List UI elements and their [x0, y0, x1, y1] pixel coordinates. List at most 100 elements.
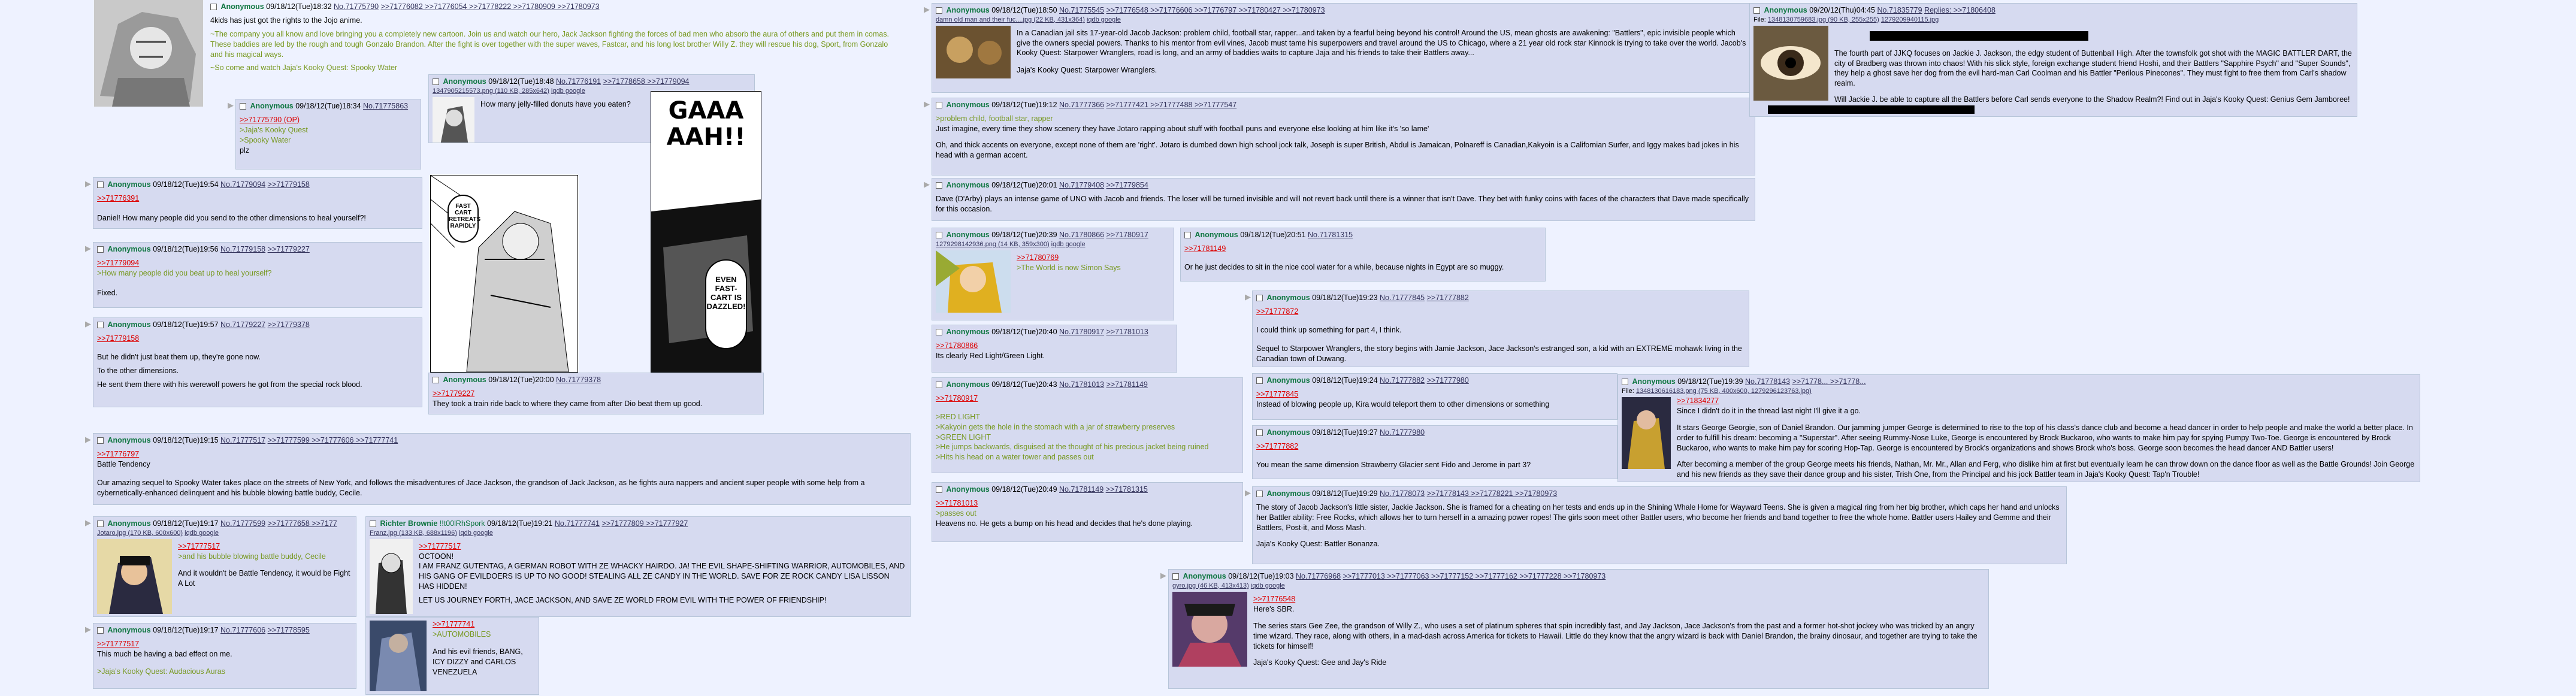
post-number[interactable]: No.71777845 [1380, 293, 1425, 302]
post-number[interactable]: No.71777606 [220, 626, 265, 634]
quote-link[interactable]: >>71777882 [1256, 441, 1613, 452]
post-number[interactable]: No.71778073 [1380, 489, 1425, 498]
reply-links[interactable]: >>71778595 [268, 626, 310, 634]
reply-links[interactable]: >>71778143 >>71778221 >>71780973 [1427, 489, 1558, 498]
post-checkbox[interactable] [1184, 232, 1191, 239]
post-number[interactable]: No.71835779 [1877, 6, 1922, 14]
reply-links[interactable]: Replies: >>71806408 [1924, 6, 1996, 14]
file-link[interactable]: 1279298142936.png (14 KB, 359x300) [936, 241, 1050, 248]
post-thumbnail[interactable] [370, 621, 427, 691]
image-search-links[interactable]: iqdb google [185, 529, 219, 537]
reply-links[interactable]: >>71777980 [1427, 376, 1469, 385]
quote-link[interactable]: >>71776391 [97, 193, 418, 204]
post-checkbox[interactable] [936, 232, 942, 239]
reply-links[interactable]: >>71781013 [1106, 328, 1148, 336]
reply-links[interactable]: >>71778... >>71778... [1792, 377, 1866, 386]
quote-link[interactable]: >>71775790 (OP) [240, 115, 417, 125]
post-thumbnail[interactable] [936, 25, 1011, 78]
image-search-links[interactable]: iqdb google [1087, 16, 1121, 23]
post-checkbox[interactable] [97, 437, 104, 444]
post-number[interactable]: No.71775790 [334, 2, 379, 11]
post-number[interactable]: No.71776968 [1296, 572, 1341, 580]
image-search-links[interactable]: iqdb google [1251, 582, 1285, 589]
image-search-links[interactable]: iqdb google [459, 529, 493, 537]
file-link[interactable]: Jotaro.jpg (170 KB, 600x600) [97, 529, 183, 537]
post-number[interactable]: No.71780917 [1059, 328, 1104, 336]
post-checkbox[interactable] [936, 329, 942, 336]
post-checkbox[interactable] [97, 322, 104, 329]
post-thumbnail[interactable] [1753, 25, 1828, 101]
quote-link[interactable]: >>71779158 [97, 334, 418, 344]
quote-link[interactable]: >>71781149 [1184, 244, 1541, 254]
reply-links[interactable]: >>71777658 >>7177 [268, 519, 337, 528]
post-number[interactable]: No.71780866 [1059, 231, 1104, 239]
post-thumbnail[interactable] [1172, 591, 1247, 667]
post-number[interactable]: No.71778143 [1745, 377, 1790, 386]
post-number[interactable]: No.71775545 [1059, 6, 1104, 14]
post-thumbnail[interactable] [1622, 397, 1671, 469]
comic-panel-gaaa[interactable]: GAAA AAH!! EVEN FAST-CART IS DAZZLED! [651, 91, 761, 373]
image-search-links[interactable]: iqdb google [1051, 241, 1086, 248]
post-checkbox[interactable] [936, 486, 942, 494]
quote-link[interactable]: >>71834277 [1622, 396, 2416, 406]
reply-links[interactable]: >>71780917 [1106, 231, 1148, 239]
quote-link[interactable]: >>71777517 [97, 639, 352, 649]
reply-links[interactable]: >>71779378 [268, 320, 310, 329]
reply-links[interactable]: >>71781149 [1106, 380, 1148, 389]
post-checkbox[interactable] [97, 181, 104, 189]
post-thumbnail[interactable] [936, 250, 1011, 313]
post-number[interactable]: No.71775863 [363, 102, 408, 110]
post-checkbox[interactable] [433, 78, 439, 86]
reply-links[interactable]: >>71778658 >>71779094 [603, 77, 690, 86]
post-number[interactable]: No.71777980 [1380, 428, 1425, 437]
post-checkbox[interactable] [936, 102, 942, 109]
reply-links[interactable]: >>71776548 >>71776606 >>71776797 >>71780… [1106, 6, 1325, 14]
file-link[interactable]: gyro.jpg (46 KB, 413x413) [1172, 582, 1249, 589]
post-number[interactable]: No.71777599 [220, 519, 265, 528]
post-number[interactable]: No.71777882 [1380, 376, 1425, 385]
post-checkbox[interactable] [936, 182, 942, 189]
post-checkbox[interactable] [240, 103, 246, 110]
reply-links[interactable]: >>71777599 >>71777606 >>71777741 [268, 436, 398, 444]
quote-link[interactable]: >>71780917 [936, 394, 1239, 404]
post-number[interactable]: No.71779408 [1059, 181, 1104, 189]
post-checkbox[interactable] [936, 7, 942, 14]
post-checkbox[interactable] [1256, 295, 1263, 302]
post-thumbnail[interactable] [370, 538, 413, 614]
file-link[interactable]: 1348130616183.png (75 KB, 400x600, 12792… [1636, 388, 1812, 395]
reply-links[interactable]: >>71779854 [1106, 181, 1148, 189]
quote-link[interactable]: >>71776797 [97, 449, 906, 459]
file-link[interactable]: 1347905215573.png (110 KB, 285x642) [433, 87, 549, 95]
file-link[interactable]: damn old man and their fuc....jpg (22 KB… [936, 16, 1085, 23]
post-checkbox[interactable] [433, 377, 439, 384]
reply-links[interactable]: >>71777013 >>71777063 >>71777152 >>71777… [1343, 572, 1606, 580]
post-checkbox[interactable] [370, 521, 376, 528]
quote-link[interactable]: >>71779227 [433, 389, 760, 399]
post-checkbox[interactable] [1622, 379, 1628, 386]
post-number[interactable]: No.71781315 [1308, 231, 1353, 239]
reply-links[interactable]: >>71776082 >>71776054 >>71778222 >>71780… [381, 2, 600, 11]
post-number[interactable]: No.71779158 [220, 245, 265, 253]
reply-links[interactable]: >>71779227 [268, 245, 310, 253]
image-search-links[interactable]: iqdb google [551, 87, 585, 95]
post-number[interactable]: No.71779227 [220, 320, 265, 329]
post-number[interactable]: No.71781149 [1059, 485, 1103, 494]
post-checkbox[interactable] [1256, 491, 1263, 498]
quote-link[interactable]: >>71777872 [1256, 307, 1745, 317]
quote-link[interactable]: >>71779094 [97, 258, 418, 268]
reply-links[interactable]: >>71777882 [1427, 293, 1469, 302]
reply-links[interactable]: >>71779158 [268, 180, 310, 189]
quote-link[interactable]: >>71781013 [936, 498, 1239, 509]
file-link[interactable]: 1348130759683.jpg (90 KB, 255x255) [1768, 16, 1879, 23]
post-number[interactable]: No.71777741 [555, 519, 600, 528]
post-checkbox[interactable] [1256, 429, 1263, 437]
original-filename[interactable]: 1279209940115.jpg [1881, 16, 1939, 23]
quote-link[interactable]: >>71776548 [1172, 594, 1985, 604]
post-number[interactable]: No.71777517 [220, 436, 265, 444]
post-checkbox[interactable] [210, 4, 217, 11]
quote-link[interactable]: >>71780866 [936, 341, 1173, 351]
post-number[interactable]: No.71779378 [556, 376, 601, 384]
post-number[interactable]: No.71781013 [1059, 380, 1104, 389]
post-checkbox[interactable] [1753, 7, 1760, 14]
file-link[interactable]: Franz.jpg (133 KB, 688x1196) [370, 529, 457, 537]
